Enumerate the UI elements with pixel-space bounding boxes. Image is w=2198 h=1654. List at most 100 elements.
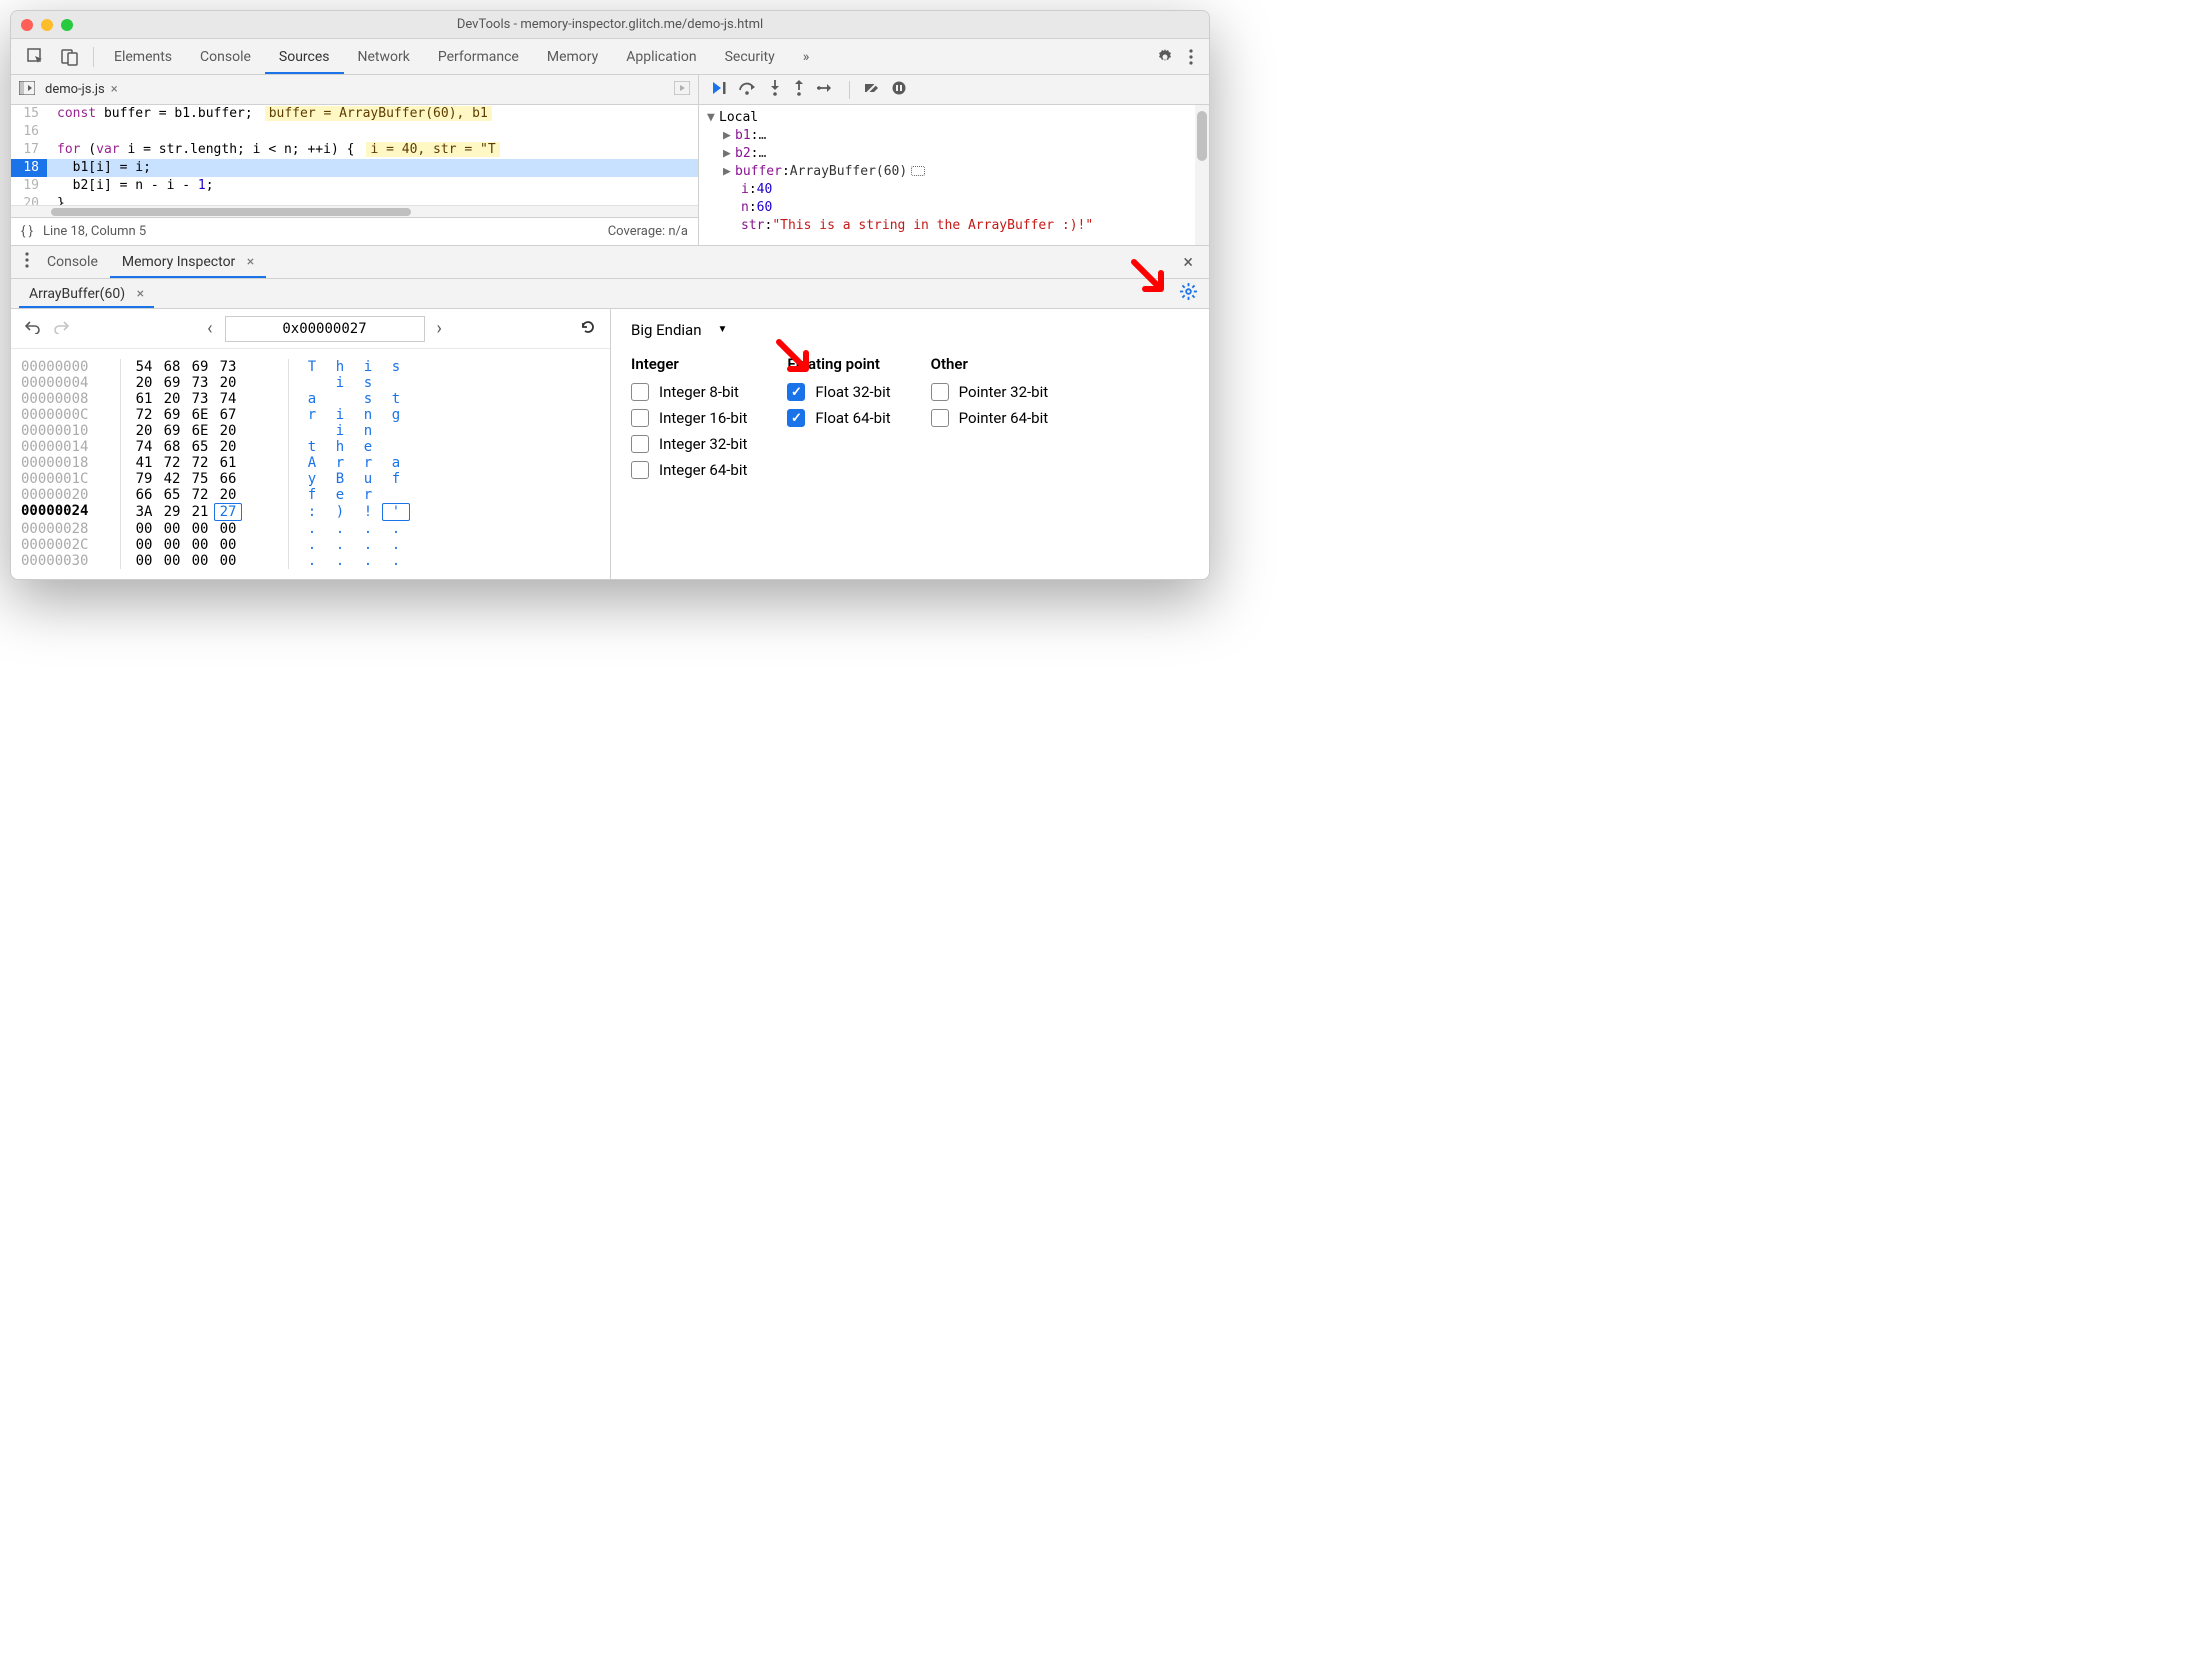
tab-sources[interactable]: Sources — [265, 40, 344, 74]
scope-entry[interactable]: ▶buffer: ArrayBuffer(60) — [707, 163, 1201, 181]
hex-bytes[interactable]: 79427566 — [120, 471, 279, 487]
mi-tab-close-icon[interactable]: × — [137, 286, 144, 302]
hex-bytes[interactable]: 00000000 — [120, 521, 279, 537]
type-option[interactable]: Integer 8-bit — [631, 383, 747, 401]
code-line[interactable]: 15const buffer = b1.buffer;buffer = Arra… — [11, 105, 698, 123]
type-option[interactable]: Pointer 32-bit — [931, 383, 1049, 401]
deactivate-breakpoints-icon[interactable] — [864, 81, 880, 99]
tab-elements[interactable]: Elements — [100, 40, 186, 74]
checkbox[interactable] — [631, 409, 649, 427]
code-line[interactable]: 20} — [11, 195, 698, 205]
hex-ascii[interactable]: .... — [288, 521, 447, 537]
hex-bytes[interactable]: 72696E67 — [120, 407, 279, 423]
hex-ascii[interactable]: is — [288, 375, 447, 391]
checkbox[interactable] — [931, 409, 949, 427]
vertical-scrollbar[interactable] — [1195, 105, 1209, 245]
inspect-icon[interactable] — [19, 42, 53, 72]
pause-on-exceptions-icon[interactable] — [892, 81, 906, 99]
hex-bytes[interactable]: 3A292127 — [120, 503, 279, 521]
hex-ascii[interactable]: in — [288, 423, 447, 439]
tab-memory[interactable]: Memory — [533, 40, 612, 74]
hex-ascii[interactable]: fer — [288, 487, 447, 503]
endianness-dropdown[interactable]: Big Endian ▼ — [631, 321, 1189, 339]
hex-bytes[interactable]: 00000000 — [120, 537, 279, 553]
drawer-more-icon[interactable] — [19, 246, 35, 278]
hex-bytes[interactable]: 00000000 — [120, 553, 279, 569]
scope-entry[interactable]: i: 40 — [707, 181, 1201, 199]
code-line[interactable]: 18 b1[i] = i; — [11, 159, 698, 177]
checkbox-checked[interactable]: ✓ — [787, 409, 805, 427]
hex-bytes[interactable]: 74686520 — [120, 439, 279, 455]
code-line[interactable]: 16 — [11, 123, 698, 141]
undo-icon[interactable] — [21, 316, 45, 342]
tab-network[interactable]: Network — [344, 40, 424, 74]
hex-ascii[interactable]: This — [288, 359, 447, 375]
step-icon[interactable] — [817, 82, 835, 98]
mi-settings-gear-icon[interactable] — [1176, 279, 1201, 308]
scope-entry[interactable]: str: "This is a string in the ArrayBuffe… — [707, 217, 1201, 235]
scrollbar-thumb[interactable] — [51, 208, 411, 216]
mi-buffer-tab[interactable]: ArrayBuffer(60) × — [19, 280, 154, 308]
scope-entry[interactable]: ▶b1: … — [707, 127, 1201, 145]
hex-ascii[interactable]: a st — [288, 391, 447, 407]
drawer-tab-close-icon[interactable]: × — [247, 254, 254, 270]
format-icon[interactable]: { } — [21, 224, 33, 239]
type-option[interactable]: Integer 64-bit — [631, 461, 747, 479]
type-option[interactable]: Pointer 64-bit — [931, 409, 1049, 427]
hex-bytes[interactable]: 54686973 — [120, 359, 279, 375]
file-tab[interactable]: demo-js.js × — [35, 78, 128, 101]
checkbox[interactable] — [631, 461, 649, 479]
hex-bytes[interactable]: 66657220 — [120, 487, 279, 503]
hex-bytes[interactable]: 41727261 — [120, 455, 279, 471]
hex-ascii[interactable]: :)!' — [288, 503, 447, 521]
code-line[interactable]: 19 b2[i] = n - i - 1; — [11, 177, 698, 195]
run-snippet-icon[interactable] — [674, 81, 690, 99]
hex-ascii[interactable]: yBuf — [288, 471, 447, 487]
close-window-button[interactable] — [21, 19, 33, 31]
checkbox[interactable] — [931, 383, 949, 401]
redo-icon[interactable] — [49, 316, 73, 342]
file-tab-close-icon[interactable]: × — [111, 82, 118, 97]
step-over-icon[interactable] — [739, 81, 757, 99]
code-editor[interactable]: 15const buffer = b1.buffer;buffer = Arra… — [11, 105, 698, 205]
horizontal-scrollbar[interactable] — [11, 205, 698, 217]
more-menu-icon[interactable] — [1181, 43, 1201, 71]
refresh-icon[interactable] — [576, 315, 600, 343]
more-tabs-button[interactable]: » — [789, 40, 824, 74]
prev-page-icon[interactable]: ‹ — [203, 314, 216, 343]
minimize-window-button[interactable] — [41, 19, 53, 31]
drawer-tab-memory-inspector[interactable]: Memory Inspector × — [110, 246, 266, 278]
hex-ascii[interactable]: Arra — [288, 455, 447, 471]
tab-application[interactable]: Application — [612, 40, 710, 74]
scope-entry[interactable]: n: 60 — [707, 199, 1201, 217]
hex-bytes[interactable]: 20697320 — [120, 375, 279, 391]
tab-console[interactable]: Console — [186, 40, 265, 74]
hex-bytes[interactable]: 20696E20 — [120, 423, 279, 439]
hex-ascii[interactable]: .... — [288, 553, 447, 569]
step-out-icon[interactable] — [793, 80, 805, 100]
code-line[interactable]: 17for (var i = str.length; i < n; ++i) {… — [11, 141, 698, 159]
navigator-toggle-icon[interactable] — [19, 81, 35, 99]
type-option[interactable]: ✓Float 64-bit — [787, 409, 890, 427]
next-page-icon[interactable]: › — [433, 314, 446, 343]
address-input[interactable] — [225, 316, 425, 342]
hex-ascii[interactable]: ring — [288, 407, 447, 423]
scrollbar-thumb[interactable] — [1197, 111, 1207, 161]
drawer-close-icon[interactable]: × — [1175, 248, 1201, 277]
hex-ascii[interactable]: .... — [288, 537, 447, 553]
step-into-icon[interactable] — [769, 80, 781, 100]
resume-icon[interactable] — [711, 80, 727, 100]
reveal-in-memory-icon[interactable] — [911, 166, 925, 176]
checkbox[interactable] — [631, 383, 649, 401]
type-option[interactable]: Integer 16-bit — [631, 409, 747, 427]
hex-ascii[interactable]: the — [288, 439, 447, 455]
device-toggle-icon[interactable] — [53, 42, 87, 72]
hex-grid[interactable]: 0000000054686973This0000000420697320 is … — [11, 349, 610, 579]
scope-local-header[interactable]: ▼Local — [707, 109, 1201, 127]
drawer-tab-console[interactable]: Console — [35, 246, 110, 278]
hex-bytes[interactable]: 61207374 — [120, 391, 279, 407]
type-option[interactable]: Integer 32-bit — [631, 435, 747, 453]
settings-gear-icon[interactable] — [1149, 43, 1181, 71]
scope-entry[interactable]: ▶b2: … — [707, 145, 1201, 163]
tab-performance[interactable]: Performance — [424, 40, 533, 74]
